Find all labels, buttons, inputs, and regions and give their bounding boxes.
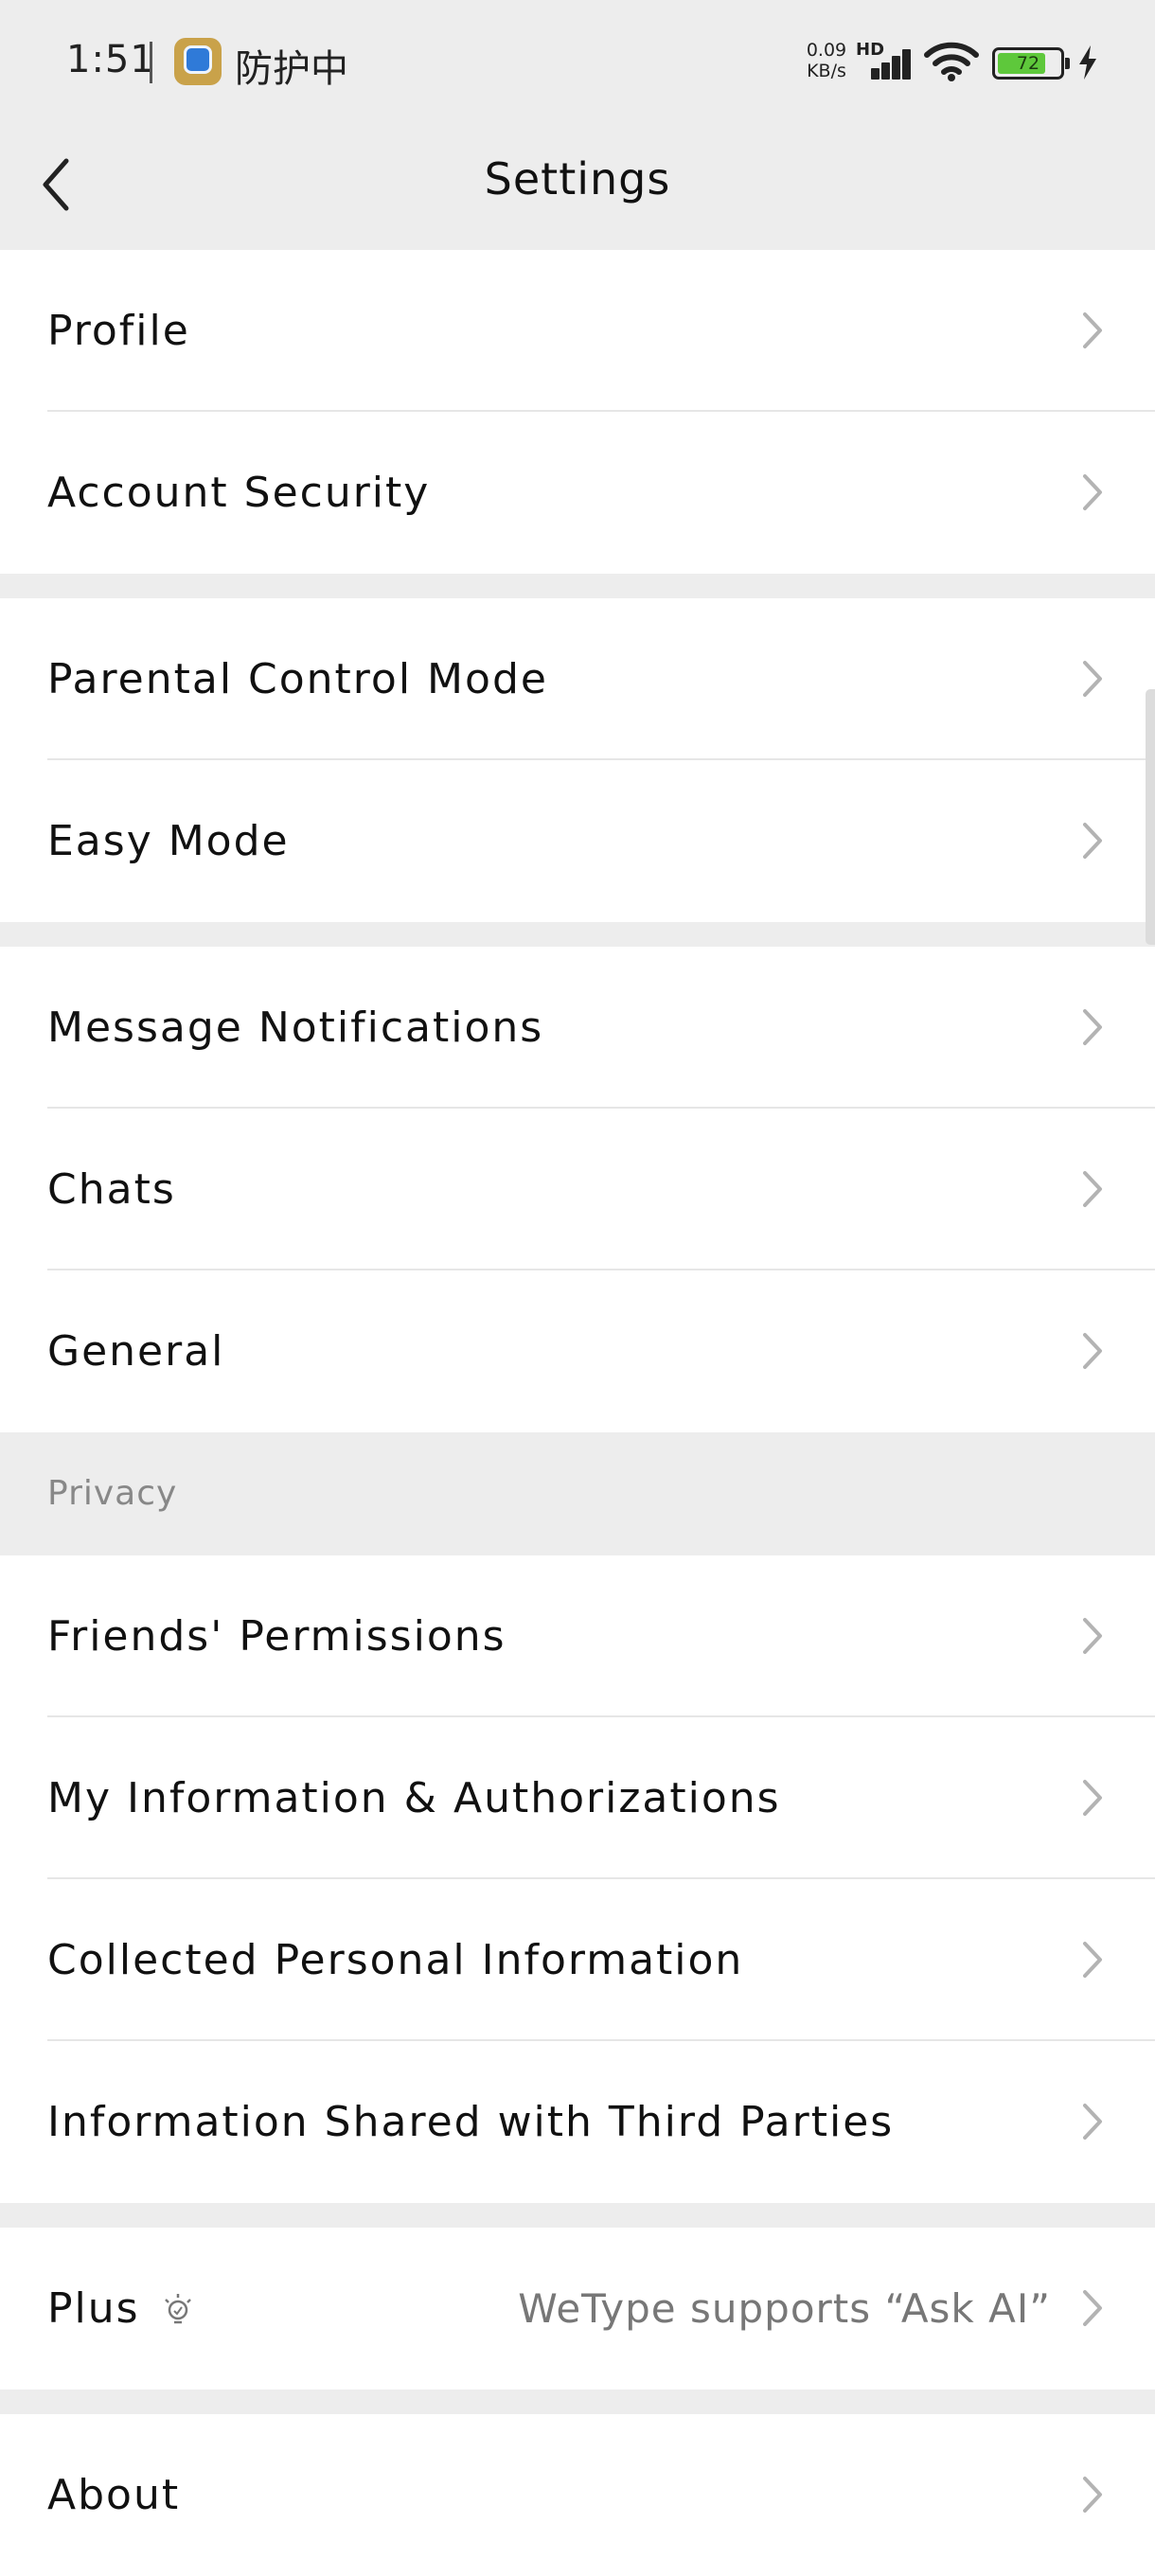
network-speed-unit: KB/s bbox=[807, 61, 846, 81]
settings-item-label: Friends' Permissions bbox=[47, 1612, 506, 1661]
section-gap bbox=[0, 2389, 1155, 2414]
settings-item-parental-control-mode[interactable]: Parental Control Mode bbox=[0, 598, 1155, 760]
settings-item-label: Collected Personal Information bbox=[47, 1936, 744, 1984]
wifi-icon bbox=[924, 42, 979, 81]
settings-item-account-security[interactable]: Account Security bbox=[0, 412, 1155, 574]
chevron-right-icon bbox=[1083, 661, 1102, 697]
chevron-right-icon bbox=[1083, 823, 1102, 859]
chevron-right-icon bbox=[1083, 1333, 1102, 1369]
settings-item-profile[interactable]: Profile bbox=[0, 250, 1155, 412]
section-header-label: Privacy bbox=[47, 1474, 178, 1513]
chevron-right-icon bbox=[1083, 1942, 1102, 1978]
chevron-right-icon bbox=[1083, 2104, 1102, 2140]
settings-item-plus[interactable]: Plus WeType supports “Ask AI” bbox=[0, 2228, 1155, 2389]
battery-icon: 72 bbox=[992, 47, 1070, 80]
settings-item-label: My Information & Authorizations bbox=[47, 1774, 781, 1822]
status-time: 1:51 bbox=[66, 38, 155, 81]
page-title: Settings bbox=[484, 153, 671, 204]
modes-group: Parental Control Mode Easy Mode bbox=[0, 598, 1155, 922]
settings-item-label: Parental Control Mode bbox=[47, 655, 548, 703]
edge-swipe-handle[interactable] bbox=[1146, 689, 1155, 945]
settings-item-label: Account Security bbox=[47, 469, 431, 517]
shield-app-icon bbox=[174, 38, 222, 85]
signal-icon bbox=[860, 47, 913, 80]
settings-item-label: Profile bbox=[47, 307, 190, 355]
chevron-right-icon bbox=[1083, 1618, 1102, 1654]
settings-item-my-information[interactable]: My Information & Authorizations bbox=[0, 1717, 1155, 1879]
section-gap bbox=[0, 2203, 1155, 2228]
plus-group: Plus WeType supports “Ask AI” bbox=[0, 2228, 1155, 2389]
settings-item-value: WeType supports “Ask AI” bbox=[518, 2285, 1051, 2332]
battery-percent: 72 bbox=[1016, 53, 1040, 74]
chevron-right-icon bbox=[1083, 312, 1102, 348]
settings-item-label: Message Notifications bbox=[47, 1004, 544, 1052]
settings-item-message-notifications[interactable]: Message Notifications bbox=[0, 947, 1155, 1109]
chevron-right-icon bbox=[1083, 1171, 1102, 1207]
section-gap bbox=[0, 922, 1155, 947]
status-bar: 1:51 防护中 0.09 KB/s HD 72 bbox=[0, 0, 1155, 127]
settings-item-label: General bbox=[47, 1327, 225, 1376]
chevron-right-icon bbox=[1083, 1780, 1102, 1816]
settings-item-collected-personal-information[interactable]: Collected Personal Information bbox=[0, 1879, 1155, 2041]
account-group: Profile Account Security bbox=[0, 250, 1155, 574]
network-speed: 0.09 KB/s bbox=[805, 40, 848, 81]
settings-item-general[interactable]: General bbox=[0, 1270, 1155, 1432]
settings-item-label: Plus bbox=[47, 2284, 140, 2333]
general-group: Message Notifications Chats General bbox=[0, 947, 1155, 1432]
network-speed-value: 0.09 bbox=[806, 40, 847, 61]
settings-item-easy-mode[interactable]: Easy Mode bbox=[0, 760, 1155, 922]
status-app-text: 防护中 bbox=[235, 47, 348, 91]
privacy-group: Friends' Permissions My Information & Au… bbox=[0, 1555, 1155, 2203]
status-separator bbox=[150, 42, 152, 83]
settings-item-label: Chats bbox=[47, 1165, 176, 1214]
charging-icon bbox=[1079, 45, 1096, 80]
settings-item-label: Easy Mode bbox=[47, 817, 290, 865]
chevron-right-icon bbox=[1083, 1009, 1102, 1045]
settings-list: Profile Account Security Parental Contro… bbox=[0, 250, 1155, 2576]
chevron-right-icon bbox=[1083, 474, 1102, 510]
settings-item-label: About bbox=[47, 2471, 181, 2519]
settings-item-friends-permissions[interactable]: Friends' Permissions bbox=[0, 1555, 1155, 1717]
chevron-right-icon bbox=[1083, 2290, 1102, 2326]
settings-item-third-party-sharing[interactable]: Information Shared with Third Parties bbox=[0, 2041, 1155, 2203]
settings-item-chats[interactable]: Chats bbox=[0, 1109, 1155, 1270]
privacy-section-header: Privacy bbox=[0, 1432, 1155, 1555]
settings-item-label: Information Shared with Third Parties bbox=[47, 2098, 895, 2146]
section-gap bbox=[0, 574, 1155, 598]
bulb-icon bbox=[165, 2294, 191, 2324]
about-group: About bbox=[0, 2414, 1155, 2576]
chevron-right-icon bbox=[1083, 2477, 1102, 2513]
settings-item-about[interactable]: About bbox=[0, 2414, 1155, 2576]
nav-bar: Settings bbox=[0, 127, 1155, 250]
